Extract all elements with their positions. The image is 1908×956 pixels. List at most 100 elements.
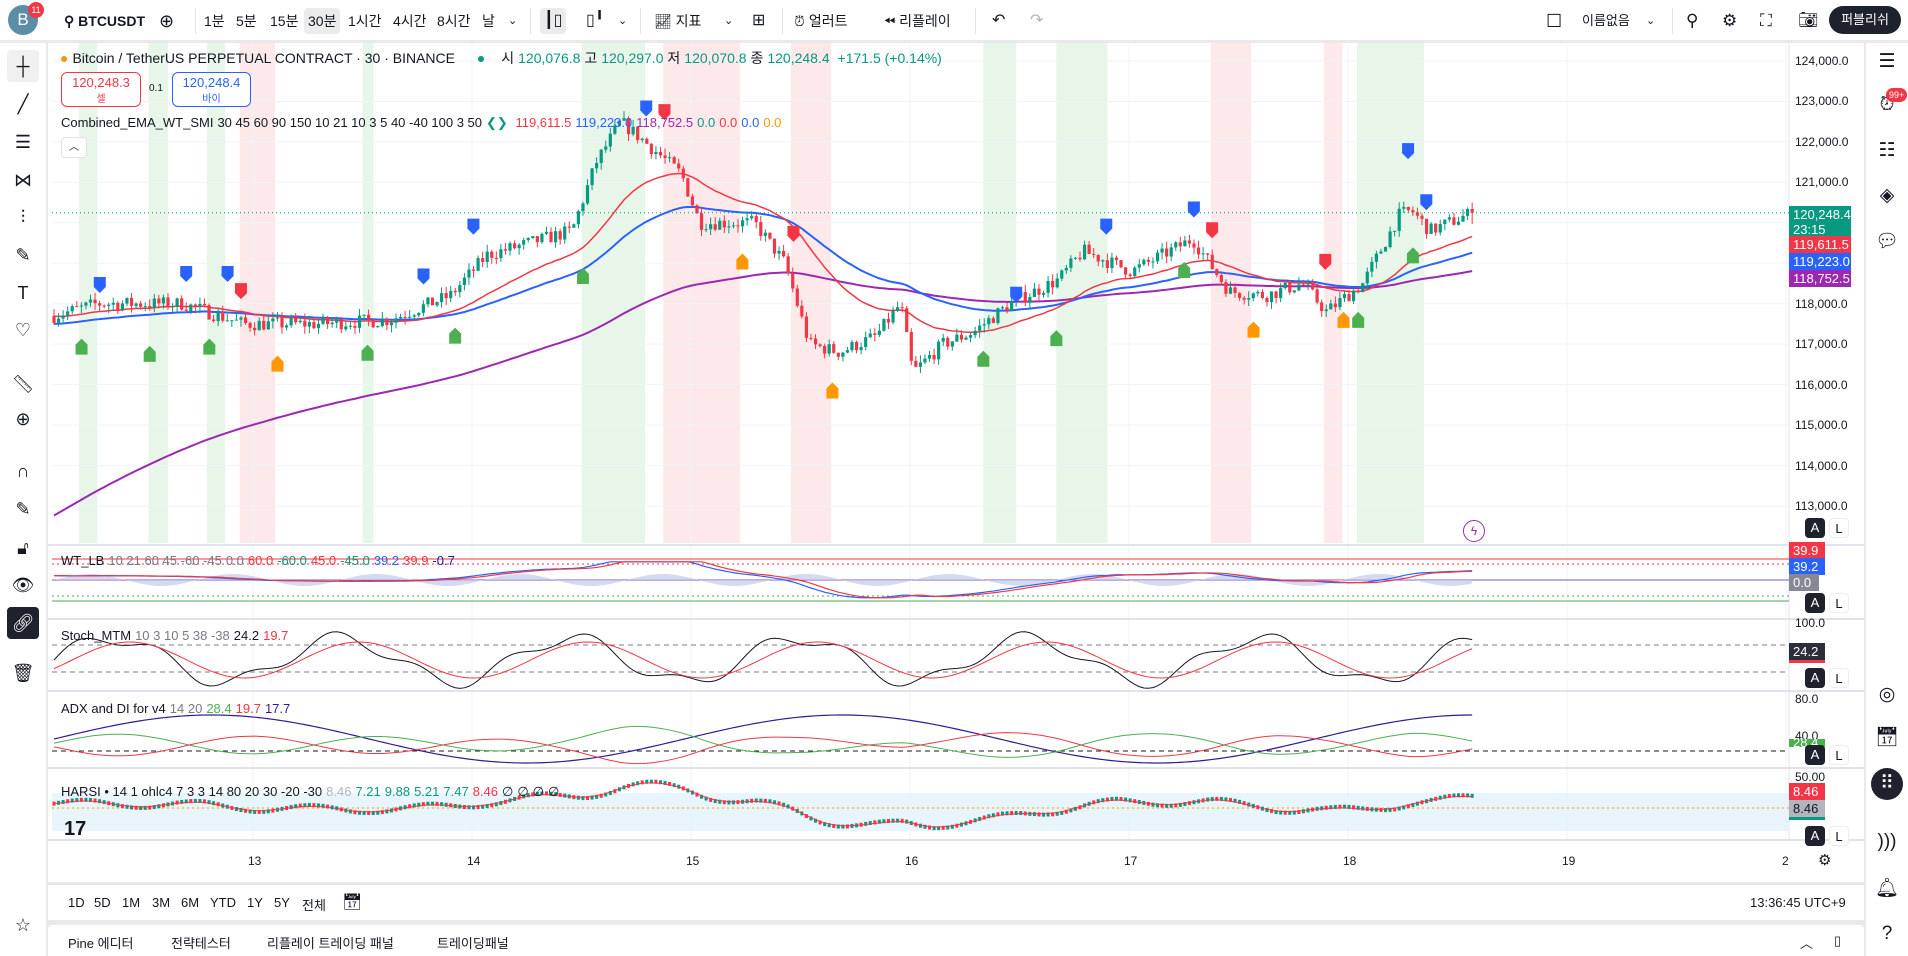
candle	[458, 285, 462, 293]
adx-di-legend[interactable]: ADX and DI for v4 14 20 28.4 19.7 17.7	[61, 701, 294, 716]
log-scale-button[interactable]: L	[1829, 593, 1849, 613]
range-5y[interactable]: 5Y	[274, 895, 290, 910]
range-1m[interactable]: 1M	[122, 895, 140, 910]
candle	[745, 218, 749, 221]
market-open-dot-icon: ●	[476, 50, 486, 66]
symbol-title[interactable]: Bitcoin / TetherUS PERPETUAL CONTRACT · …	[72, 50, 455, 66]
maximize-panel-icon[interactable]: ▯	[1834, 933, 1841, 949]
candle	[1383, 247, 1388, 252]
candle	[1196, 247, 1201, 255]
wt-lb-legend[interactable]: WT_LB 10 21 60 45 -60 -45 0.0 60.0 -60.0 45.0…	[61, 553, 459, 568]
tab-pine-editor[interactable]: Pine 에디터	[68, 933, 134, 952]
range-ytd[interactable]: YTD	[210, 895, 236, 910]
candle	[1333, 303, 1337, 308]
harsi-candle	[900, 818, 904, 823]
harsi-badge-gray: 8.46	[1789, 800, 1825, 820]
candle	[1169, 247, 1173, 257]
tab-replay-trading-panel[interactable]: 리플레이 트레이딩 패널	[267, 933, 394, 952]
candle	[1470, 209, 1474, 213]
candle	[668, 157, 672, 159]
range-1d[interactable]: 1D	[68, 895, 85, 910]
indicator-value: ∅	[502, 784, 514, 799]
study-legend-combined-ema[interactable]: Combined_EMA_WT_SMI 30 45 60 90 150 10 21…	[61, 115, 785, 131]
indicator-value: 39.2	[373, 553, 400, 568]
candle	[677, 163, 681, 169]
candle	[1151, 261, 1155, 263]
wt-badge-3: 0.0	[1789, 574, 1819, 591]
harsi-candle	[1151, 802, 1155, 807]
candle	[968, 335, 973, 338]
auto-scale-button[interactable]: A	[1805, 826, 1825, 846]
tab-trading-panel[interactable]: 트레이딩패널	[437, 933, 509, 952]
sell-signal-marker	[180, 266, 193, 283]
range-3m[interactable]: 3M	[152, 895, 170, 910]
adx-line	[53, 714, 1473, 764]
candle	[362, 314, 366, 316]
range-all[interactable]: 전체	[302, 895, 326, 914]
goto-date-calendar-icon[interactable]: 📅︎	[342, 892, 362, 912]
candle	[243, 317, 248, 324]
candle	[813, 338, 818, 345]
candle	[1393, 230, 1397, 232]
range-1y[interactable]: 1Y	[247, 895, 263, 910]
candle	[1233, 287, 1237, 294]
candle	[1279, 288, 1283, 299]
auto-scale-button[interactable]: A	[1805, 745, 1825, 765]
candle	[1251, 293, 1255, 299]
price-axis-label: 123,000.0	[1795, 94, 1849, 109]
wt-badge-1: 39.9	[1789, 542, 1825, 559]
indicator-params: 10 3 10 5 38 -38	[135, 628, 230, 643]
log-scale-button[interactable]: L	[1829, 668, 1849, 688]
sell-button[interactable]: 120,248.3 셀	[61, 72, 141, 107]
collapse-legend-button[interactable]: ︿	[61, 137, 87, 158]
candle	[212, 319, 216, 322]
candle	[394, 318, 398, 323]
candle	[896, 307, 900, 311]
price-axis-label: 114,000.0	[1795, 458, 1848, 473]
expand-panel-chevron-up-icon[interactable]: ︿	[1800, 933, 1813, 952]
auto-scale-button[interactable]: A	[1805, 518, 1825, 538]
candle	[1119, 260, 1123, 268]
candle	[221, 312, 225, 321]
range-5d[interactable]: 5D	[94, 895, 111, 910]
harsi-legend[interactable]: HARSI • 14 1 ohlc4 7 3 3 14 80 20 30 -20…	[61, 784, 563, 800]
candle	[253, 327, 257, 331]
price-chart[interactable]	[0, 0, 1908, 956]
candle	[886, 318, 891, 323]
open-label: 시	[501, 50, 515, 66]
buy-button[interactable]: 120,248.4 바이	[172, 72, 251, 107]
candle	[1114, 257, 1119, 261]
price-axis-label: 118,000.0	[1795, 296, 1848, 311]
tab-strategy-tester[interactable]: 전략테스터	[171, 933, 231, 952]
clock-timezone[interactable]: 13:36:45 UTC+9	[1750, 895, 1846, 910]
log-scale-button[interactable]: L	[1829, 826, 1849, 846]
price-axis-label: 121,000.0	[1795, 175, 1849, 190]
indicator-params: 14 20	[169, 701, 203, 716]
candle	[1315, 289, 1319, 303]
candle	[467, 269, 471, 278]
candle	[759, 222, 763, 236]
change-value: +171.5 (+0.14%)	[837, 50, 942, 66]
log-scale-button[interactable]: L	[1829, 518, 1849, 538]
auto-scale-button[interactable]: A	[1805, 668, 1825, 688]
candle	[371, 319, 375, 328]
harsi-candle	[440, 802, 444, 807]
auto-scale-button[interactable]: A	[1805, 593, 1825, 613]
candle	[1292, 290, 1296, 293]
candle	[494, 257, 498, 259]
candle	[271, 318, 275, 322]
stoch-mtm-legend[interactable]: Stoch_MTM 10 3 10 5 38 -38 24.2 19.7	[61, 628, 292, 643]
harsi-candle	[408, 804, 412, 809]
indicator-value: 17.7	[264, 701, 291, 716]
lightning-icon[interactable]: ϟ	[1463, 520, 1485, 542]
candle	[1146, 259, 1150, 262]
candle	[1032, 288, 1036, 298]
axis-settings-gear-icon[interactable]: ⚙	[1818, 851, 1831, 869]
log-scale-button[interactable]: L	[1829, 745, 1849, 765]
candle	[713, 224, 717, 230]
candle	[294, 318, 298, 323]
range-6m[interactable]: 6M	[181, 895, 199, 910]
harsi-candle	[462, 805, 466, 810]
candle	[955, 334, 959, 342]
candle	[1269, 291, 1274, 303]
